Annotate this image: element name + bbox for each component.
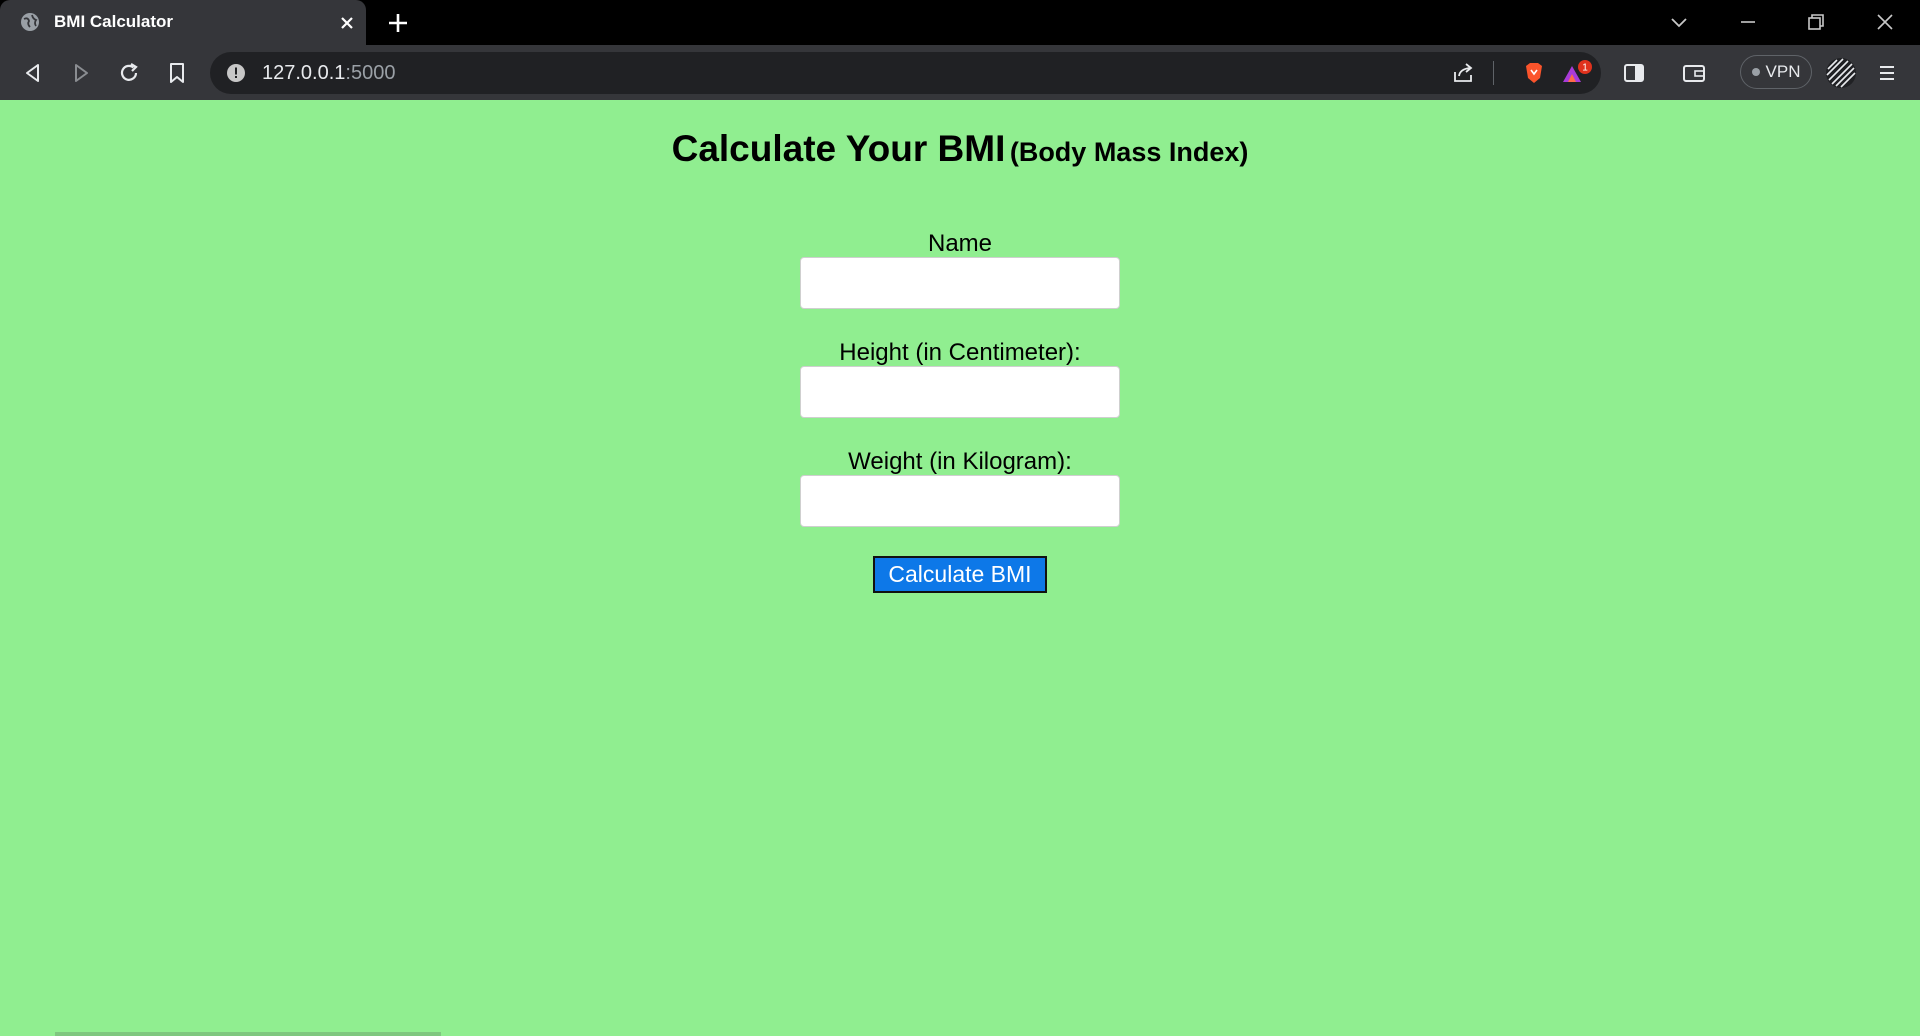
- url-port: :5000: [345, 62, 396, 84]
- vpn-button[interactable]: VPN: [1740, 55, 1812, 89]
- forward-icon[interactable]: [68, 60, 94, 86]
- browser-toolbar: 127.0.0.1:5000 1 VPN: [0, 45, 1920, 100]
- weight-input[interactable]: [800, 475, 1120, 527]
- bookmark-icon[interactable]: [164, 60, 190, 86]
- scrollbar-track: [55, 1032, 441, 1036]
- tab-bmi-calculator[interactable]: BMI Calculator: [0, 0, 366, 45]
- weight-label: Weight (in Kilogram):: [848, 448, 1072, 475]
- name-input[interactable]: [800, 257, 1120, 309]
- share-icon[interactable]: [1450, 60, 1476, 86]
- tab-title: BMI Calculator: [54, 12, 174, 31]
- page-title: Calculate Your BMI (Body Mass Index): [0, 128, 1920, 170]
- wallet-icon[interactable]: [1681, 60, 1707, 86]
- rewards-badge: 1: [1582, 63, 1588, 74]
- back-icon[interactable]: [20, 60, 46, 86]
- window-close-icon[interactable]: [1873, 10, 1897, 34]
- brave-rewards-icon[interactable]: 1: [1560, 60, 1594, 86]
- height-label: Height (in Centimeter):: [839, 339, 1081, 366]
- url-text: 127.0.0.1:5000: [262, 62, 395, 85]
- close-icon[interactable]: [337, 13, 357, 33]
- calculate-bmi-button[interactable]: Calculate BMI: [873, 556, 1047, 593]
- brave-shields-icon[interactable]: [1521, 60, 1547, 86]
- reload-icon[interactable]: [116, 60, 142, 86]
- sidebar-icon[interactable]: [1621, 60, 1647, 86]
- info-icon[interactable]: [226, 63, 246, 83]
- height-input[interactable]: [800, 366, 1120, 418]
- menu-icon[interactable]: [1874, 60, 1900, 86]
- name-label: Name: [927, 230, 993, 257]
- globe-icon: [21, 13, 39, 31]
- page-content: Calculate Your BMI (Body Mass Index) Nam…: [0, 100, 1920, 1036]
- minimize-icon[interactable]: [1736, 10, 1760, 34]
- chevron-down-icon[interactable]: [1667, 10, 1691, 34]
- vpn-status-dot: [1751, 68, 1760, 76]
- url-host: 127.0.0.1: [262, 62, 346, 84]
- vpn-label: VPN: [1765, 62, 1801, 81]
- tab-strip: BMI Calculator: [0, 0, 1920, 45]
- new-tab-icon[interactable]: [386, 11, 410, 35]
- address-bar[interactable]: 127.0.0.1:5000 1: [210, 52, 1601, 94]
- title-main: Calculate Your BMI: [671, 128, 1006, 169]
- restore-icon[interactable]: [1804, 10, 1828, 34]
- title-subtitle: (Body Mass Index): [1009, 137, 1249, 167]
- omnibox-divider: [1493, 61, 1494, 85]
- profile-avatar-icon[interactable]: [1825, 57, 1857, 89]
